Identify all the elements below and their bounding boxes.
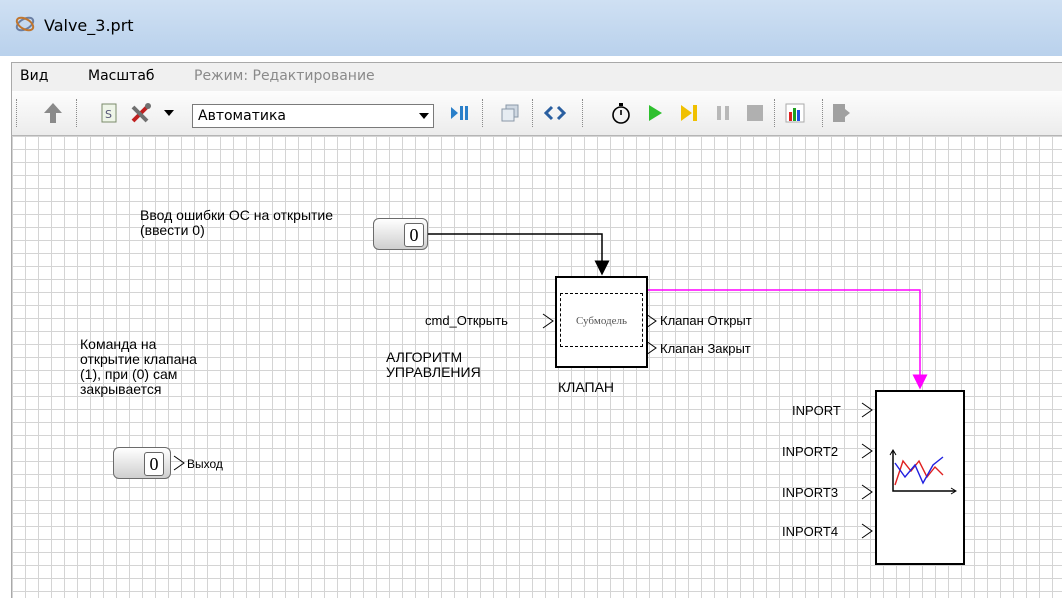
link-valve-to-plot[interactable]	[646, 289, 928, 390]
valve-name-label: КЛАПАН	[558, 379, 615, 395]
valve-output-closed: Клапан Закрыт	[660, 341, 751, 356]
input-port-chevron	[542, 313, 554, 329]
algorithm-label: АЛГОРИТМ УПРАВЛЕНИЯ	[386, 349, 481, 380]
plot-port-2: INPORT2	[782, 444, 839, 459]
error-constant-block[interactable]: 0	[373, 218, 428, 250]
valve-input-port: cmd_Открыть	[425, 313, 508, 328]
input-port-chevron	[861, 484, 873, 500]
input-port-chevron	[861, 402, 873, 418]
valve-submodel-box: Субмодель	[560, 293, 643, 347]
command-output-port: Выход	[187, 457, 223, 471]
plot-block[interactable]	[875, 390, 965, 565]
input-port-chevron	[861, 523, 873, 539]
link-error-to-valve[interactable]	[427, 233, 610, 276]
error-input-label: Ввод ошибки ОС на открытие (ввести 0)	[140, 207, 334, 238]
plot-port-1: INPORT	[792, 403, 841, 418]
command-label: Команда на открытие клапана (1), при (0)…	[80, 336, 197, 397]
valve-output-open: Клапан Открыт	[660, 313, 752, 328]
command-constant-value: 0	[144, 452, 164, 476]
command-constant-block[interactable]: 0	[113, 447, 171, 479]
graph-icon	[889, 449, 957, 495]
plot-port-4: INPORT4	[782, 524, 839, 539]
input-port-chevron	[861, 443, 873, 459]
error-constant-value: 0	[404, 223, 424, 247]
plot-port-3: INPORT3	[782, 485, 839, 500]
output-port-chevron	[173, 455, 185, 471]
